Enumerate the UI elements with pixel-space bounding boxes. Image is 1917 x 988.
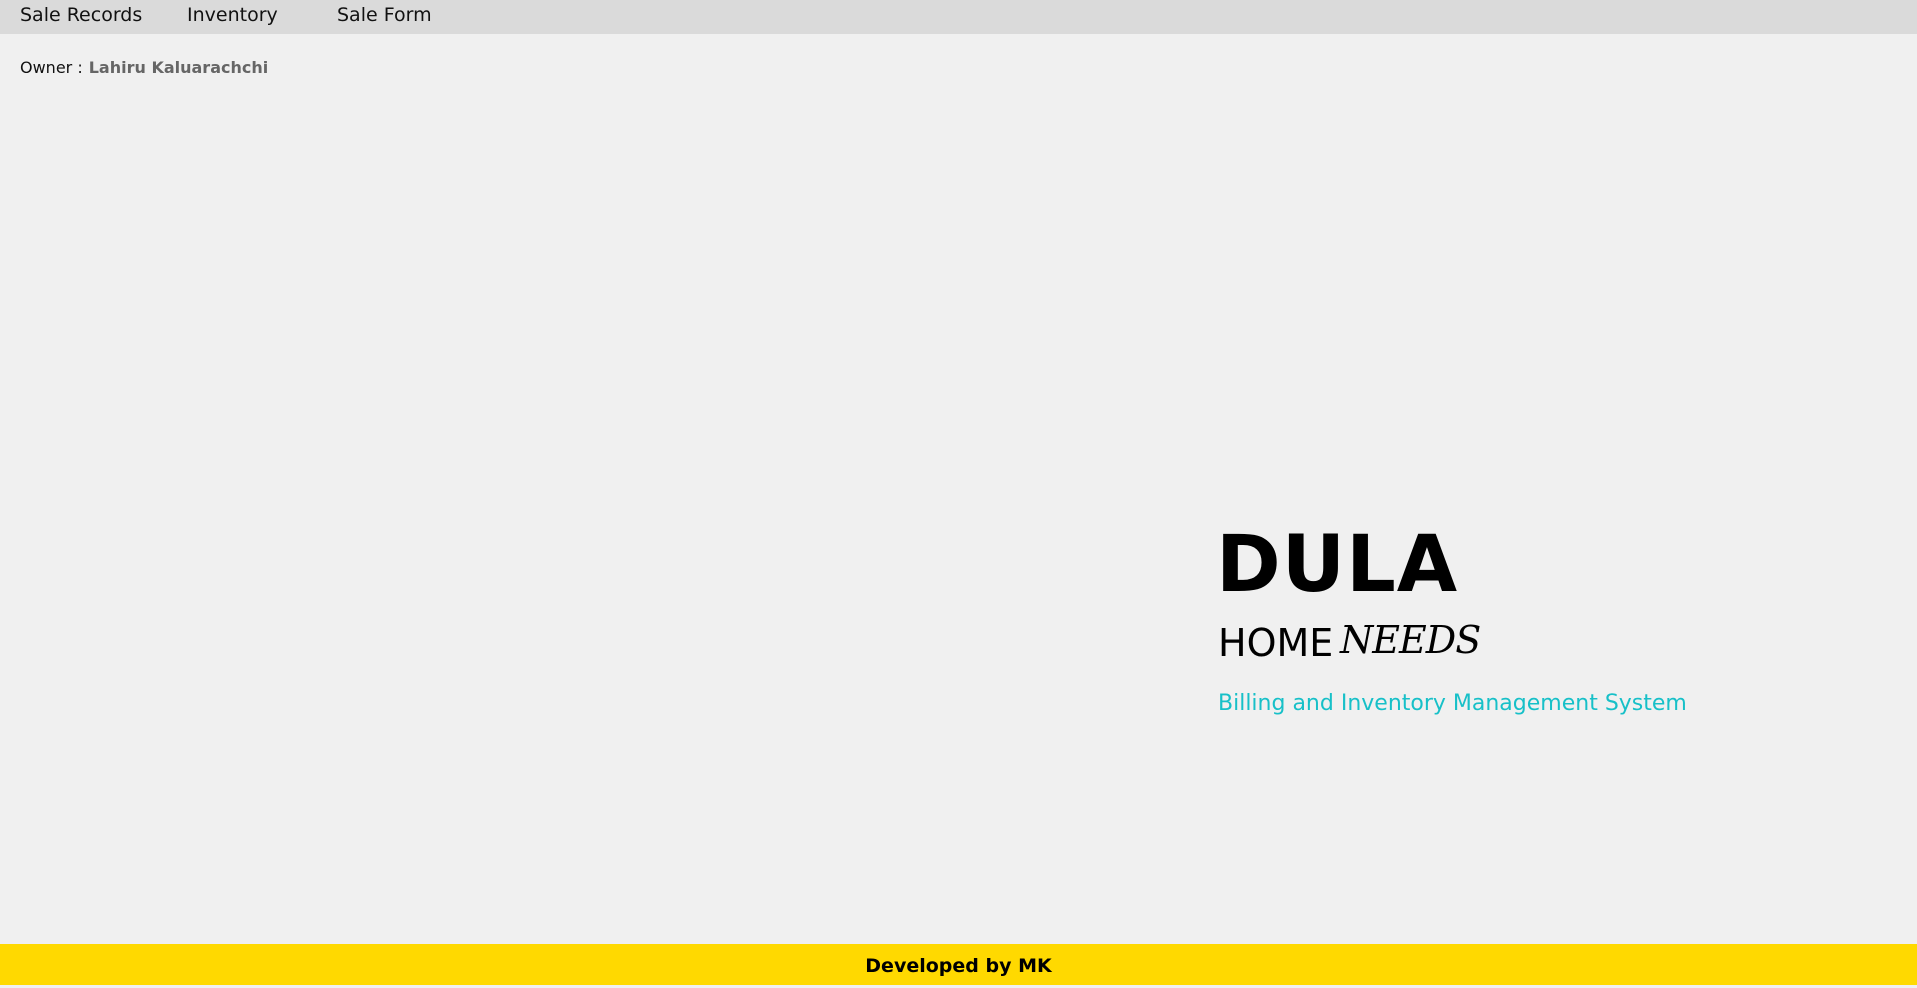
menu-bar: Sale Records Inventory Sale Form — [0, 0, 1917, 34]
brand-title: DULA — [1216, 520, 1459, 610]
footer-bar: Developed by MK — [0, 944, 1917, 985]
menu-item-sale-form[interactable]: Sale Form — [337, 0, 432, 30]
brand-subtitle: Billing and Inventory Management System — [1218, 691, 1687, 716]
owner-name: Lahiru Kaluarachchi — [88, 58, 269, 77]
brand-needs-text: NEEDS — [1340, 618, 1481, 662]
owner-info: Owner : Lahiru Kaluarachchi — [20, 58, 268, 77]
menu-item-inventory[interactable]: Inventory — [187, 0, 278, 30]
menu-item-sale-records[interactable]: Sale Records — [20, 0, 142, 30]
owner-label: Owner : — [20, 58, 83, 77]
footer-credit: Developed by MK — [865, 955, 1052, 977]
brand-home-text: HOME — [1218, 621, 1334, 665]
